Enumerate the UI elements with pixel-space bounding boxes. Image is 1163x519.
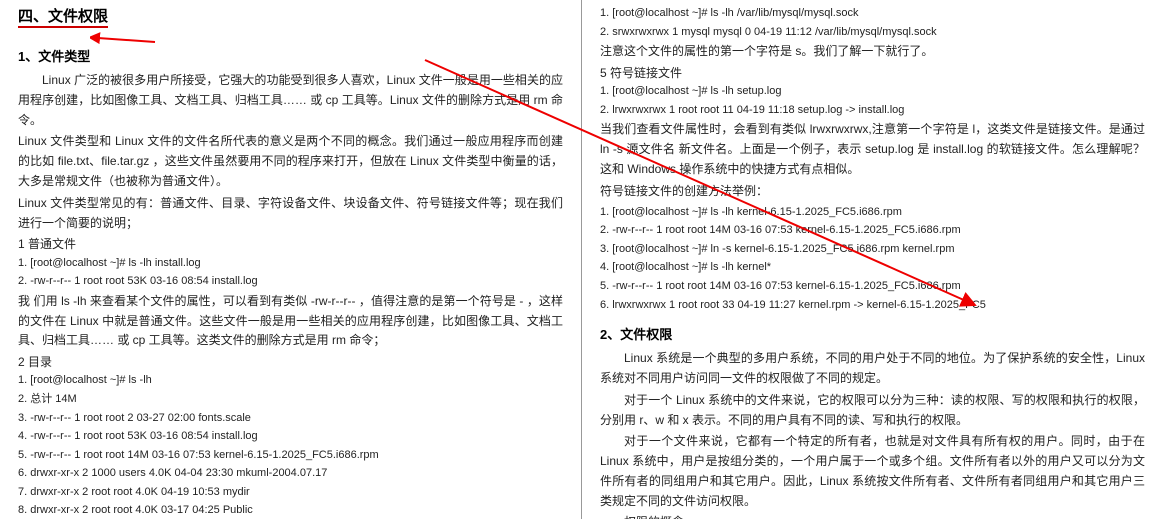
sub-heading-directory: 2 目录 [18,353,563,372]
paragraph: Linux 系统是一个典型的多用户系统，不同的用户处于不同的地位。为了保护系统的… [600,349,1145,389]
code-line: 1. [root@localhost ~]# ls -lh kernel-6.1… [600,204,1145,222]
code-line: 2. srwxrwxrwx 1 mysql mysql 0 04-19 11:1… [600,24,1145,42]
code-line: 8. drwxr-xr-x 2 root root 4.0K 03-17 04:… [18,502,563,519]
sub-title-file-permission: 2、文件权限 [600,324,1145,343]
code-line: 2. -rw-r--r-- 1 root root 53K 03-16 08:5… [18,273,563,291]
code-line: 2. 总计 14M [18,391,563,409]
paragraph: Linux 文件类型常见的有：普通文件、目录、字符设备文件、块设备文件、符号链接… [18,194,563,234]
code-line: 4. -rw-r--r-- 1 root root 53K 03-16 08:5… [18,428,563,446]
code-line: 6. lrwxrwxrwx 1 root root 33 04-19 11:27… [600,297,1145,315]
code-line: 4. [root@localhost ~]# ls -lh kernel* [600,259,1145,277]
paragraph: 权限的概念 [600,513,1145,519]
paragraph: 对于一个文件来说，它都有一个特定的所有者，也就是对文件具有所有权的用户。同时，由… [600,432,1145,511]
code-line: 2. lrwxrwxrwx 1 root root 11 04-19 11:18… [600,102,1145,120]
code-line: 3. [root@localhost ~]# ln -s kernel-6.15… [600,241,1145,259]
paragraph: 对于一个 Linux 系统中的文件来说，它的权限可以分为三种：读的权限、写的权限… [600,391,1145,431]
code-line: 7. drwxr-xr-x 2 root root 4.0K 04-19 10:… [18,484,563,502]
paragraph: 当我们查看文件属性时，会看到有类似 lrwxrwxrwx,注意第一个字符是 l，… [600,120,1145,179]
code-line: 5. -rw-r--r-- 1 root root 14M 03-16 07:5… [18,447,563,465]
code-line: 6. drwxr-xr-x 2 1000 users 4.0K 04-04 23… [18,465,563,483]
code-line: 5. -rw-r--r-- 1 root root 14M 03-16 07:5… [600,278,1145,296]
paragraph: 我 们用 ls -lh 来查看某个文件的属性，可以看到有类似 -rw-r--r-… [18,292,563,351]
code-line: 3. -rw-r--r-- 1 root root 2 03-27 02:00 … [18,410,563,428]
page-right: 1. [root@localhost ~]# ls -lh /var/lib/m… [582,0,1163,519]
paragraph: Linux 广泛的被很多用户所接受，它强大的功能受到很多人喜欢，Linux 文件… [18,71,563,130]
code-line: 1. [root@localhost ~]# ls -lh [18,372,563,390]
page-left: 四、文件权限 1、文件类型 Linux 广泛的被很多用户所接受，它强大的功能受到… [0,0,582,519]
sub-heading-symlink: 5 符号链接文件 [600,64,1145,83]
code-line: 2. -rw-r--r-- 1 root root 14M 03-16 07:5… [600,222,1145,240]
paragraph: Linux 文件类型和 Linux 文件的文件名所代表的意义是两个不同的概念。我… [18,132,563,191]
paragraph: 注意这个文件的属性的第一个字符是 s。我们了解一下就行了。 [600,42,1145,62]
code-line: 1. [root@localhost ~]# ls -lh setup.log [600,83,1145,101]
section-title: 四、文件权限 [18,5,108,28]
code-line: 1. [root@localhost ~]# ls -lh /var/lib/m… [600,5,1145,23]
sub-title-file-type: 1、文件类型 [18,46,563,65]
sub-heading-normal-file: 1 普通文件 [18,235,563,254]
paragraph: 符号链接文件的创建方法举例： [600,182,1145,202]
code-line: 1. [root@localhost ~]# ls -lh install.lo… [18,255,563,273]
